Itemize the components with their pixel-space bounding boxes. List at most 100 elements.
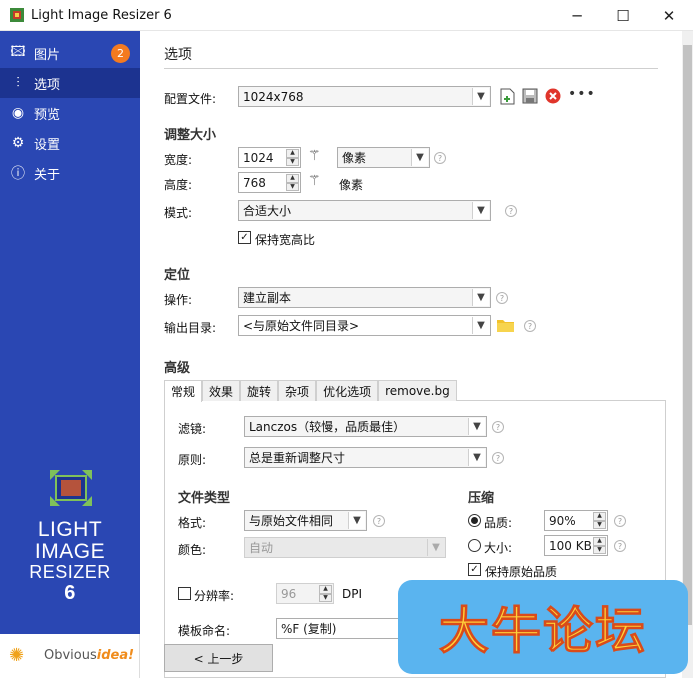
help-icon[interactable]: ? xyxy=(524,320,536,332)
more-options-icon[interactable]: ••• xyxy=(568,86,596,102)
magic-wand-icon[interactable]: ⚚ xyxy=(308,148,321,164)
chevron-down-icon: ▼ xyxy=(472,289,489,306)
mode-label: 模式: xyxy=(164,206,193,220)
spin-down-icon[interactable]: ▼ xyxy=(593,545,606,554)
scrollbar-thumb[interactable] xyxy=(683,45,692,625)
action-label: 操作: xyxy=(164,293,193,307)
resizer-logo-icon xyxy=(48,468,94,508)
resolution-label: 分辨率: xyxy=(194,589,235,603)
spin-up-icon[interactable]: ▲ xyxy=(593,512,606,521)
help-icon[interactable]: ? xyxy=(496,292,508,304)
action-select[interactable]: 建立副本 ▼ xyxy=(238,287,491,308)
image-count-badge: 2 xyxy=(111,44,130,63)
sidebar-item-about[interactable]: ⓘ 关于 xyxy=(0,158,140,188)
format-select[interactable]: 与原始文件相同 ▼ xyxy=(244,510,367,531)
spin-up-icon[interactable]: ▲ xyxy=(286,174,299,183)
width-label: 宽度: xyxy=(164,153,193,167)
help-icon[interactable]: ? xyxy=(492,452,504,464)
profile-select[interactable]: 1024x768 ▼ xyxy=(238,86,491,107)
profile-label: 配置文件: xyxy=(164,92,217,106)
sidebar-item-label: 预览 xyxy=(34,107,61,123)
mode-select[interactable]: 合适大小 ▼ xyxy=(238,200,491,221)
page-title: 选项 xyxy=(164,47,192,63)
output-dir-select[interactable]: <与原始文件同目录> ▼ xyxy=(238,315,491,336)
sidebar-item-preview[interactable]: ◉ 预览 xyxy=(0,98,140,128)
lightbulb-icon: ✺ xyxy=(9,645,25,666)
size-radio[interactable] xyxy=(468,539,481,552)
spin-down-icon[interactable]: ▼ xyxy=(593,520,606,529)
filetype-heading: 文件类型 xyxy=(178,491,231,506)
help-icon[interactable]: ? xyxy=(614,540,626,552)
height-label: 高度: xyxy=(164,178,193,192)
rule-label: 原则: xyxy=(178,453,207,467)
width-input[interactable]: 1024 ▲ ▼ xyxy=(238,147,301,168)
size-label: 大小: xyxy=(484,541,513,555)
save-profile-icon[interactable] xyxy=(522,88,538,104)
spin-up-icon: ▲ xyxy=(319,585,332,594)
close-button[interactable]: ✕ xyxy=(646,0,692,31)
divider xyxy=(164,68,658,69)
app-logo-icon xyxy=(9,7,25,23)
tab-effects[interactable]: 效果 xyxy=(202,380,241,401)
sidebar-item-label: 选项 xyxy=(34,77,61,93)
help-icon[interactable]: ? xyxy=(614,515,626,527)
chevron-down-icon: ▼ xyxy=(411,149,428,166)
naming-input[interactable]: %F (复制) xyxy=(276,618,406,639)
minimize-button[interactable]: ─ xyxy=(554,0,600,31)
spin-up-icon[interactable]: ▲ xyxy=(593,537,606,546)
magic-wand-icon[interactable]: ⚚ xyxy=(308,173,321,189)
quality-radio[interactable] xyxy=(468,514,481,527)
folder-icon[interactable] xyxy=(497,318,514,332)
resolution-input: 96 ▲ ▼ xyxy=(276,583,334,604)
help-icon[interactable]: ? xyxy=(492,421,504,433)
new-profile-icon[interactable] xyxy=(500,88,515,105)
help-icon[interactable]: ? xyxy=(434,152,446,164)
unit-select[interactable]: 像素 ▼ xyxy=(337,147,430,168)
keep-quality-checkbox[interactable]: ✓ xyxy=(468,563,481,576)
eye-icon: ◉ xyxy=(11,105,25,121)
spin-down-icon[interactable]: ▼ xyxy=(286,157,299,166)
chevron-down-icon: ▼ xyxy=(468,449,485,466)
spin-down-icon[interactable]: ▼ xyxy=(286,182,299,191)
resolution-checkbox[interactable] xyxy=(178,587,191,600)
tab-removebg[interactable]: remove.bg xyxy=(378,380,457,401)
advanced-tabbar: 常规 效果 旋转 杂项 优化选项 remove.bg xyxy=(164,380,457,402)
spin-down-icon: ▼ xyxy=(319,593,332,602)
advanced-heading: 高级 xyxy=(164,361,191,376)
keep-quality-label: 保持原始品质 xyxy=(485,565,558,579)
help-icon[interactable]: ? xyxy=(373,515,385,527)
color-label: 颜色: xyxy=(178,543,207,557)
tab-general[interactable]: 常规 xyxy=(164,380,203,402)
rule-select[interactable]: 总是重新调整尺寸 ▼ xyxy=(244,447,487,468)
logo-line-1: LIGHT xyxy=(37,518,103,541)
target-heading: 定位 xyxy=(164,268,191,283)
chevron-down-icon: ▼ xyxy=(427,539,444,556)
color-select: 自动 ▼ xyxy=(244,537,446,558)
tab-rotate[interactable]: 旋转 xyxy=(240,380,279,401)
chevron-down-icon: ▼ xyxy=(468,418,485,435)
filter-select[interactable]: Lanczos（较慢，品质最佳） ▼ xyxy=(244,416,487,437)
tab-optimize[interactable]: 优化选项 xyxy=(316,380,379,401)
logo-line-2: IMAGE xyxy=(34,540,106,563)
spin-up-icon[interactable]: ▲ xyxy=(286,149,299,158)
size-input[interactable]: 100 KB ▲ ▼ xyxy=(544,535,608,556)
resize-heading: 调整大小 xyxy=(164,128,217,143)
quality-input[interactable]: 90% ▲ ▼ xyxy=(544,510,608,531)
logo-line-3: RESIZER xyxy=(29,562,111,582)
delete-profile-icon[interactable] xyxy=(545,88,561,104)
help-icon[interactable]: ? xyxy=(505,205,517,217)
tab-misc[interactable]: 杂项 xyxy=(278,380,317,401)
back-button[interactable]: < 上一步 xyxy=(164,644,273,672)
sidebar-item-options[interactable]: ⫶ 选项 xyxy=(0,68,140,98)
keep-aspect-checkbox[interactable]: ✓ xyxy=(238,231,251,244)
compression-heading: 压缩 xyxy=(468,491,495,506)
gear-icon: ⚙ xyxy=(11,135,25,151)
height-input[interactable]: 768 ▲ ▼ xyxy=(238,172,301,193)
sidebar-item-settings[interactable]: ⚙ 设置 xyxy=(0,128,140,158)
images-icon: 🖾 xyxy=(10,44,26,60)
height-unit-label: 像素 xyxy=(339,178,364,192)
maximize-button[interactable]: ☐ xyxy=(600,0,646,31)
chevron-down-icon: ▼ xyxy=(348,512,365,529)
sliders-icon: ⫶ xyxy=(16,75,20,91)
info-icon: ⓘ xyxy=(11,166,25,182)
